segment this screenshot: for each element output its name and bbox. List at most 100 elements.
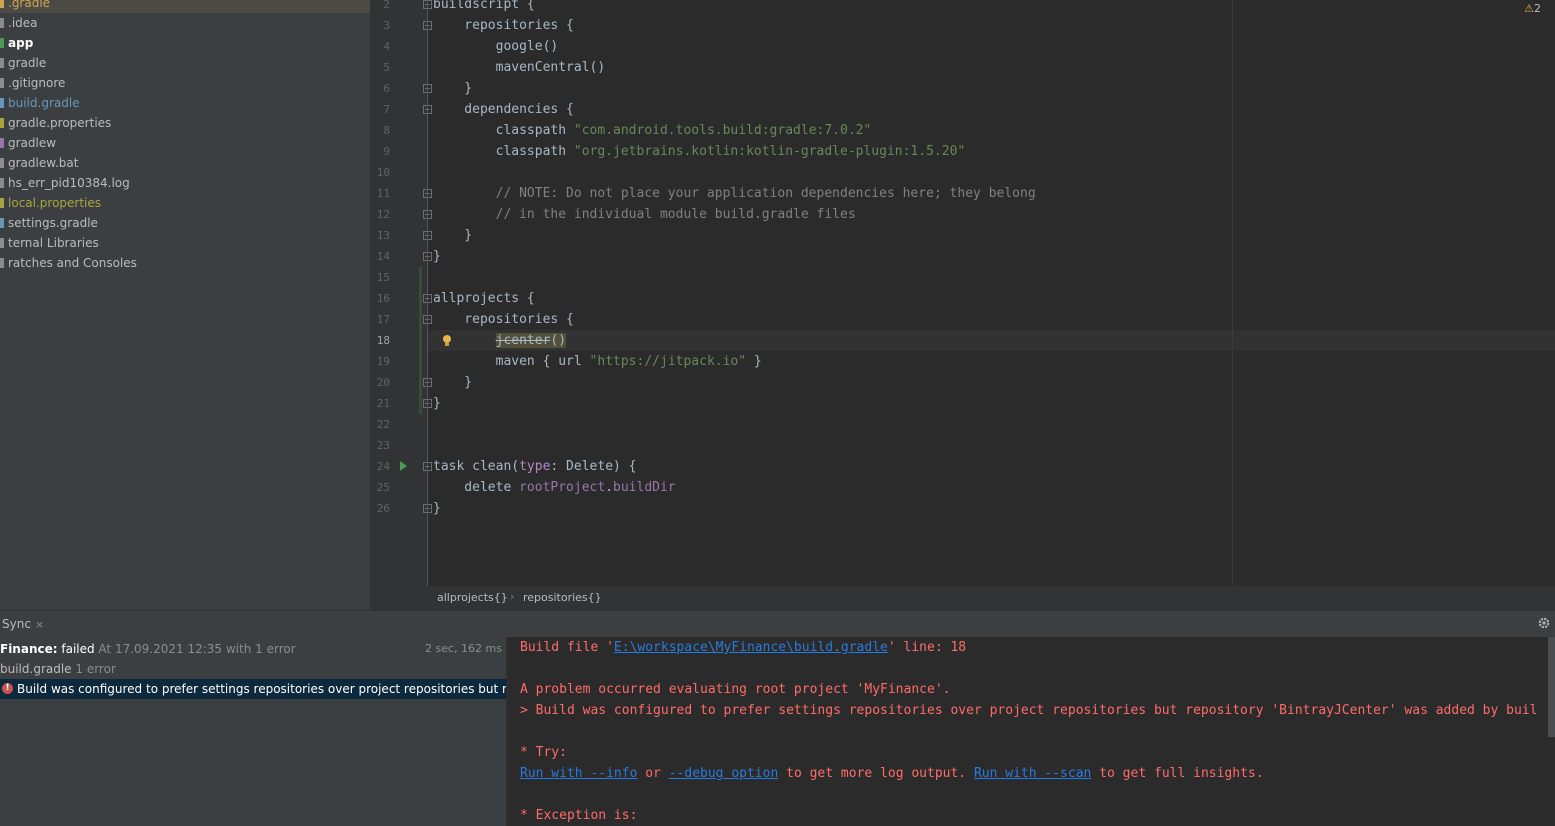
close-icon[interactable]: × <box>35 618 44 631</box>
code-line: dependencies { <box>433 99 574 120</box>
code-token: "com.android.tools.build:gradle:7.0.2" <box>573 123 872 138</box>
output-line: A problem occurred evaluating root proje… <box>520 679 950 700</box>
tab-sync[interactable]: Sync × <box>0 611 48 637</box>
build-error-node[interactable]: ! Build was configured to prefer settings… <box>0 679 506 699</box>
gear-icon[interactable] <box>1537 616 1551 630</box>
tree-item-label: ternal Libraries <box>8 236 99 250</box>
code-line: task clean(type: Delete) { <box>433 456 637 477</box>
code-token: google() <box>433 39 559 54</box>
output-line: > Build was configured to prefer setting… <box>520 700 1537 721</box>
tree-item[interactable]: gradlew <box>0 133 56 153</box>
tree-item-label: local.properties <box>8 196 102 210</box>
tree-item-label: hs_err_pid10384.log <box>8 176 130 190</box>
breadcrumb-item-allprojects[interactable]: allprojects{} <box>437 591 508 604</box>
output-text: * Try: <box>520 745 567 760</box>
tree-item[interactable]: hs_err_pid10384.log <box>0 173 130 193</box>
tree-item-label: build.gradle <box>8 96 80 110</box>
right-margin-guide <box>1232 0 1233 586</box>
line-number: 10 <box>376 166 390 179</box>
breadcrumb-item-repositories[interactable]: repositories{} <box>523 591 602 604</box>
line-number: 12 <box>376 208 390 221</box>
code-token: : Delete) { <box>550 459 637 474</box>
tree-item[interactable]: settings.gradle <box>0 213 98 233</box>
tree-item-label: .gradle <box>8 0 51 10</box>
tree-item-label: .gitignore <box>8 76 66 90</box>
tree-item-label: ratches and Consoles <box>8 256 137 270</box>
code-token: type <box>519 459 551 474</box>
tree-item[interactable]: gradle.properties <box>0 113 111 133</box>
code-line: classpath "com.android.tools.build:gradl… <box>433 120 872 141</box>
output-line: Build file 'E:\workspace\MyFinance\build… <box>520 637 966 658</box>
vcs-change-marker[interactable] <box>419 267 422 414</box>
output-line: Run with --info or --debug option to get… <box>520 763 1264 784</box>
tree-item[interactable]: ternal Libraries <box>0 233 99 253</box>
line-number: 25 <box>376 481 390 494</box>
code-line: mavenCentral() <box>433 57 606 78</box>
tree-item[interactable]: .gitignore <box>0 73 65 93</box>
tab-sync-label: Sync <box>2 617 31 631</box>
properties-file-icon <box>0 117 4 128</box>
output-text: or <box>637 766 669 781</box>
output-link[interactable]: --debug option <box>669 766 779 781</box>
code-line: buildscript { <box>433 0 535 15</box>
tree-item[interactable]: gradle <box>0 53 46 73</box>
tree-item[interactable]: .idea <box>0 13 38 33</box>
script-file-icon <box>0 137 4 148</box>
output-link[interactable]: Run with --scan <box>974 766 1091 781</box>
code-token: } <box>433 228 473 243</box>
build-output-console[interactable]: Build file 'E:\workspace\MyFinance\build… <box>507 637 1555 826</box>
build-toolwindow-header: Sync × <box>0 610 1555 638</box>
tree-item[interactable]: build.gradle <box>0 93 80 113</box>
code-token: . <box>605 480 614 495</box>
output-scrollbar[interactable] <box>1548 637 1555 737</box>
output-text: * Exception is: <box>520 808 638 823</box>
scratch-icon <box>0 257 4 268</box>
code-line: } <box>433 372 472 393</box>
warning-count: 2 <box>1534 2 1541 15</box>
tree-item-label: app <box>8 36 34 50</box>
code-token: rootProject <box>519 480 606 495</box>
build-file-node[interactable]: build.gradle 1 error <box>0 659 506 679</box>
code-line: maven { url "https://jitpack.io" } <box>433 351 762 372</box>
folder-icon <box>0 0 4 8</box>
output-text: A problem occurred evaluating root proje… <box>520 682 951 697</box>
code-token: } <box>746 354 762 369</box>
code-line: jcenter() <box>433 330 567 351</box>
tree-item[interactable]: ratches and Consoles <box>0 253 137 273</box>
error-icon: ! <box>2 683 13 694</box>
code-editor[interactable]: 2 3 4 5 6 7 8 9 10 11 12 13 14 15 16 17 18 19 20 21 22 23 24 25… <box>370 0 1555 586</box>
build-root-node[interactable]: Finance: failed At 17.09.2021 12:35 with… <box>0 639 506 659</box>
code-line: repositories { <box>433 309 574 330</box>
tree-item[interactable]: .gradle <box>0 0 370 13</box>
tree-item[interactable]: local.properties <box>0 193 101 213</box>
line-number: 24 <box>376 460 390 473</box>
output-link[interactable]: Run with --info <box>520 766 637 781</box>
output-link[interactable]: E:\workspace\MyFinance\build.gradle <box>614 640 888 655</box>
output-text: to get more log output. <box>778 766 974 781</box>
line-number: 13 <box>376 229 390 242</box>
code-line: // in the individual module build.gradle… <box>433 204 856 225</box>
tree-item[interactable]: gradlew.bat <box>0 153 78 173</box>
build-file-name: build.gradle <box>0 662 72 676</box>
line-number: 8 <box>383 124 390 137</box>
run-task-icon[interactable] <box>400 461 407 471</box>
build-file-error-count: 1 error <box>71 662 116 676</box>
line-number: 19 <box>376 355 390 368</box>
code-token: } <box>433 81 473 96</box>
code-line: } <box>433 393 441 414</box>
line-number: 26 <box>376 502 390 515</box>
code-token: () <box>550 333 567 348</box>
tree-item[interactable]: app <box>0 33 33 53</box>
code-token: mavenCentral() <box>433 60 606 75</box>
current-line-highlight <box>427 330 1555 351</box>
code-token: delete <box>433 480 520 495</box>
line-number: 3 <box>383 19 390 32</box>
line-number: 20 <box>376 376 390 389</box>
warnings-indicator[interactable]: ⚠2 <box>1524 2 1541 15</box>
output-text: to get full insights. <box>1091 766 1264 781</box>
line-number: 2 <box>383 0 390 11</box>
output-line: * Exception is: <box>520 805 637 826</box>
tree-item-label: gradlew.bat <box>8 156 79 170</box>
build-tree-panel: Finance: failed At 17.09.2021 12:35 with… <box>0 637 506 826</box>
tree-item-label: gradle.properties <box>8 116 112 130</box>
